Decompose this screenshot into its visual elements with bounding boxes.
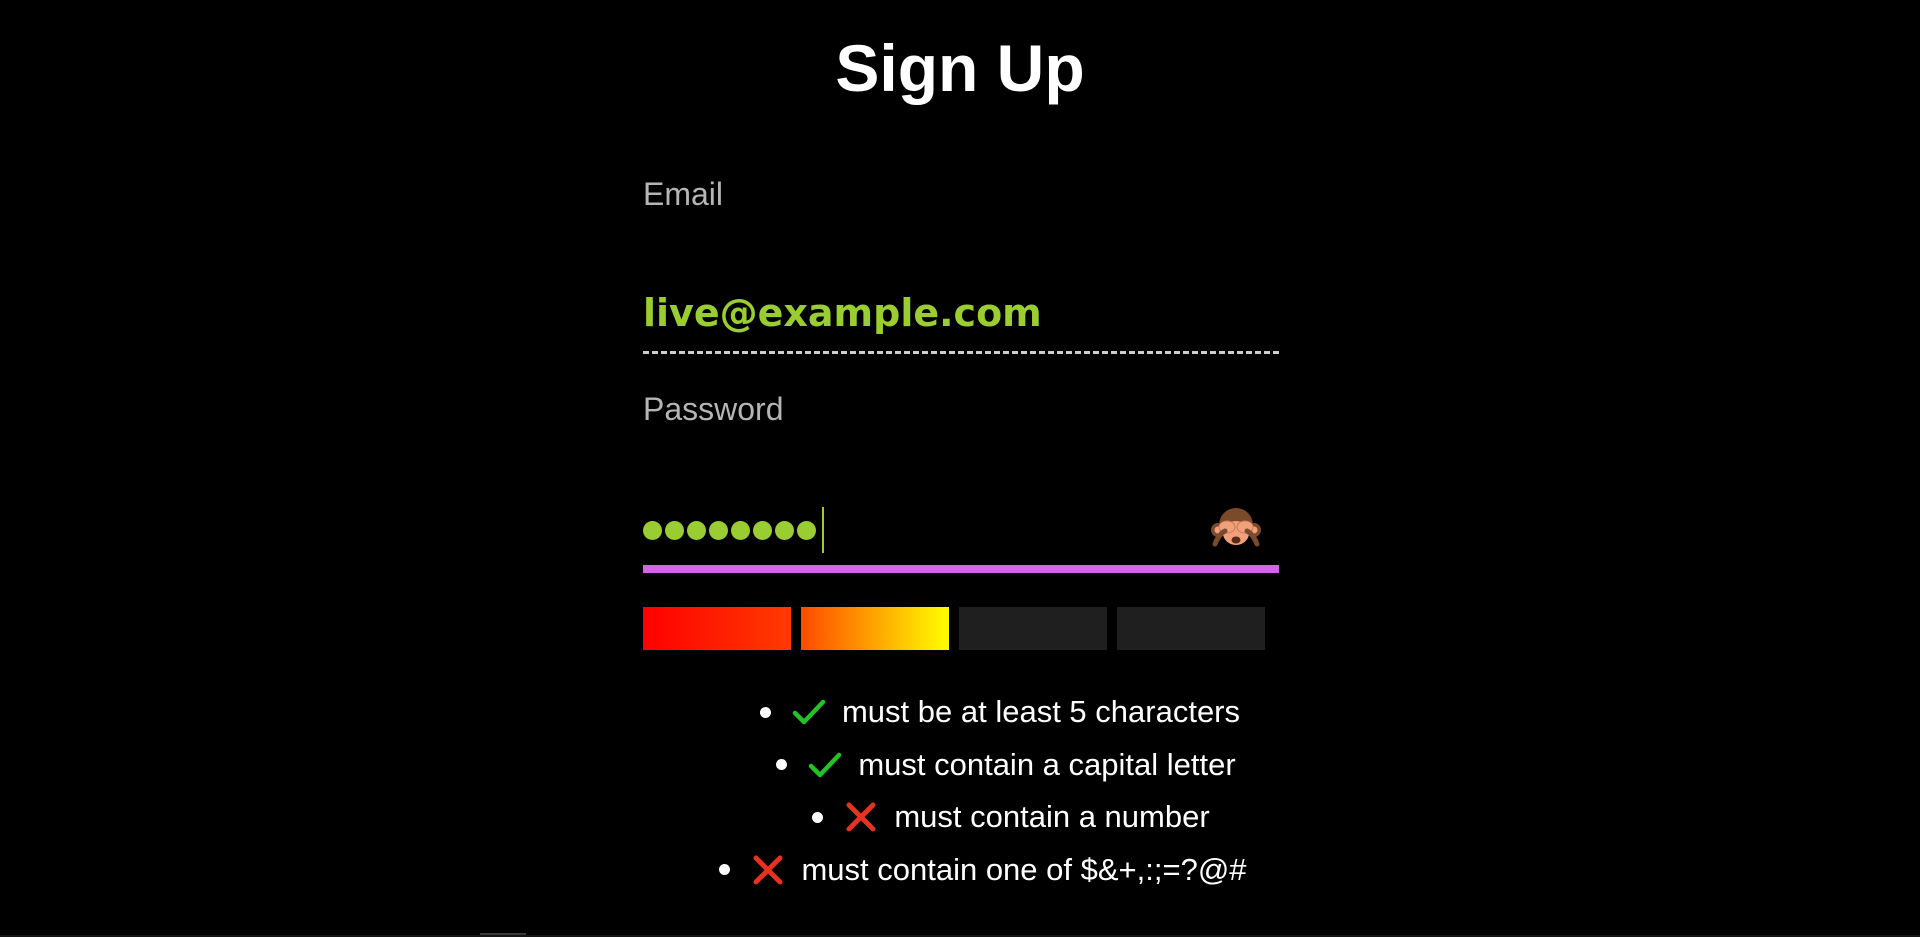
password-input[interactable]: [643, 498, 1279, 562]
rule-text: must contain a number: [894, 799, 1210, 835]
rule-text: must contain one of $&+,:;=?@#: [801, 851, 1247, 887]
password-masked-value: [643, 507, 824, 553]
rule-text: must contain a capital letter: [858, 746, 1236, 782]
password-rule: must contain one of $&+,:;=?@#: [643, 844, 1279, 897]
password-rule: must contain a number: [643, 791, 1279, 844]
password-focus-underline: [643, 565, 1279, 573]
bullet: [776, 759, 788, 771]
check-icon: [807, 747, 843, 783]
email-underline: [643, 351, 1279, 354]
email-input[interactable]: [643, 284, 1279, 342]
text-caret: [822, 507, 824, 553]
signup-form: Email Password: [643, 0, 1279, 937]
password-rules-list: must be at least 5 characters must conta…: [643, 686, 1279, 896]
check-icon: [791, 694, 827, 730]
password-rule: must contain a capital letter: [643, 739, 1279, 792]
signup-page: Sign Up Email Password: [0, 0, 1920, 937]
strength-segment-3: [959, 607, 1107, 650]
see-no-evil-monkey-icon[interactable]: [1209, 500, 1263, 554]
strength-segment-1: [643, 607, 791, 650]
strength-segment-4: [1117, 607, 1265, 650]
cross-icon: [843, 799, 879, 835]
password-rule: must be at least 5 characters: [643, 686, 1279, 739]
rule-text: must be at least 5 characters: [841, 694, 1241, 730]
bullet: [812, 811, 824, 823]
password-strength-meter: [643, 607, 1267, 650]
strength-segment-2: [801, 607, 949, 650]
password-label: Password: [643, 391, 784, 427]
email-label: Email: [643, 176, 724, 212]
bullet: [719, 864, 731, 876]
cross-icon: [750, 852, 786, 888]
bullet: [759, 706, 771, 718]
